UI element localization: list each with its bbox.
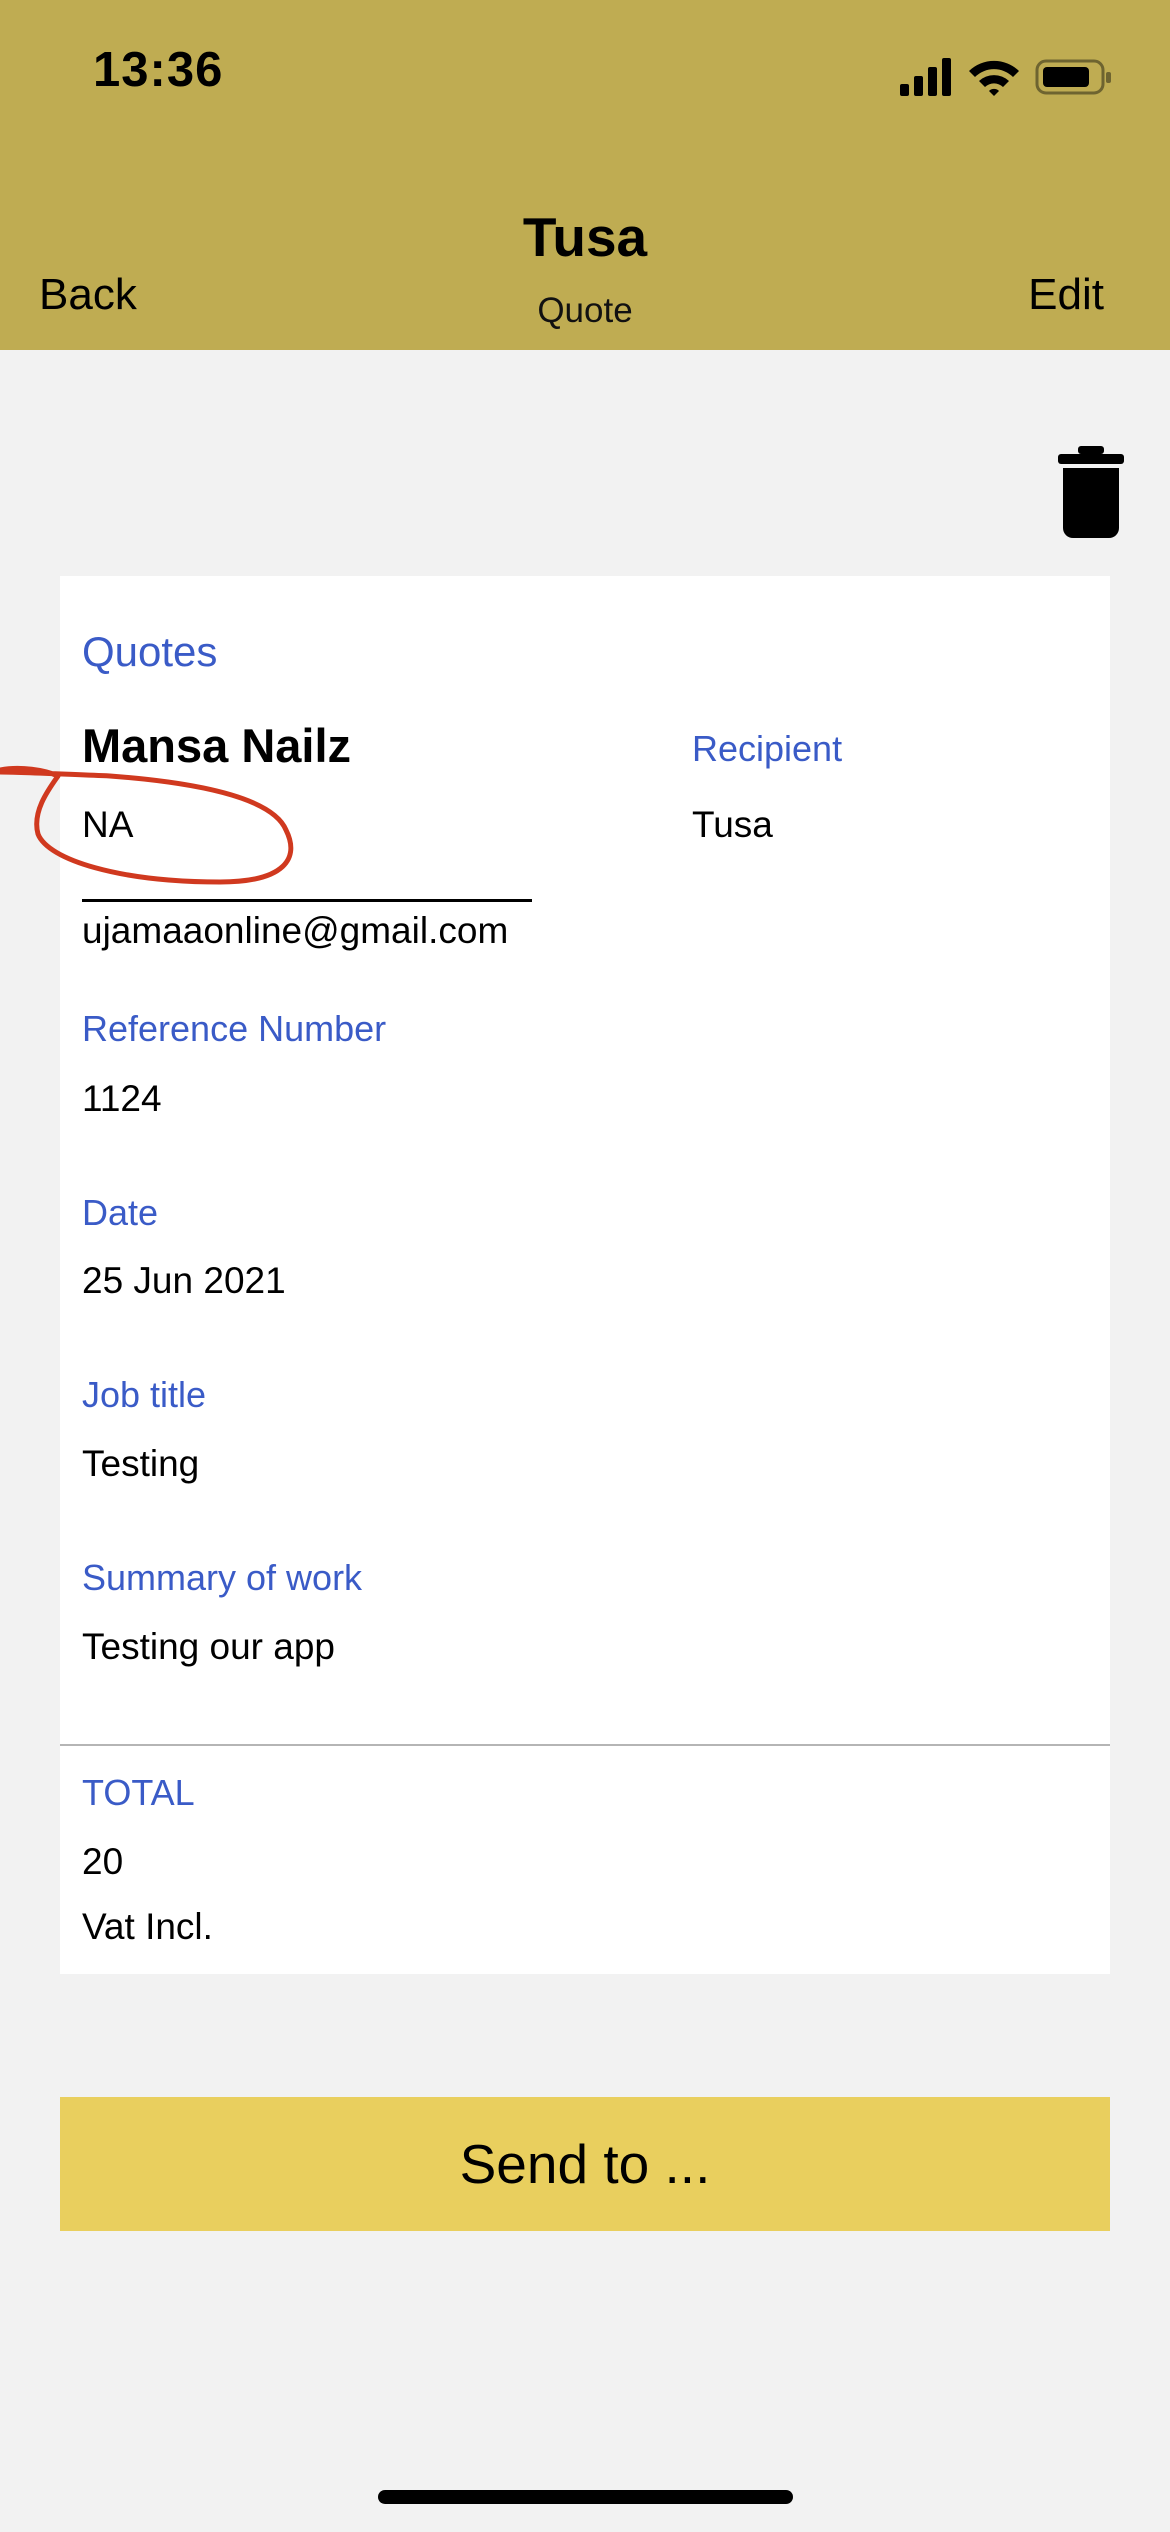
- sender-initials: NA: [82, 804, 134, 845]
- navigation-header: 13:36 Tusa Quote Back Edit: [0, 0, 1170, 350]
- status-icons: [900, 58, 1111, 96]
- home-indicator: [378, 2490, 793, 2504]
- sender-company: Mansa Nailz: [82, 719, 352, 772]
- nav-title: Tusa: [522, 206, 648, 268]
- summary-value: Testing our app: [82, 1626, 336, 1667]
- recipient-label: Recipient: [692, 728, 843, 769]
- back-button[interactable]: Back: [39, 270, 137, 320]
- quote-card: Quotes Mansa Nailz NA ujamaaonline@gmail…: [60, 576, 1110, 1974]
- send-to-button[interactable]: Send to ...: [60, 2097, 1110, 2231]
- quote-detail-screen: 13:36 Tusa Quote Back Edit Quotes Mansa …: [0, 0, 1170, 2532]
- total-divider: [60, 1744, 1110, 1746]
- summary-label: Summary of work: [82, 1557, 363, 1598]
- signal-icon: [900, 58, 951, 96]
- recipient-name: Tusa: [692, 804, 773, 845]
- date-value: 25 Jun 2021: [82, 1260, 286, 1301]
- vat-note: Vat Incl.: [82, 1906, 213, 1947]
- nav-subtitle: Quote: [537, 291, 633, 330]
- sender-divider: [82, 899, 532, 902]
- section-title: Quotes: [82, 628, 218, 675]
- reference-label: Reference Number: [82, 1008, 387, 1049]
- edit-button[interactable]: Edit: [1028, 270, 1104, 320]
- status-time: 13:36: [93, 43, 224, 97]
- wifi-icon: [969, 60, 1019, 96]
- reference-value: 1124: [82, 1078, 162, 1119]
- job-title-label: Job title: [82, 1374, 207, 1415]
- date-label: Date: [82, 1192, 159, 1233]
- trash-icon[interactable]: [1058, 446, 1124, 538]
- sender-email: ujamaaonline@gmail.com: [82, 910, 509, 951]
- job-title-value: Testing: [82, 1443, 200, 1484]
- battery-icon: [1035, 59, 1111, 95]
- total-value: 20: [82, 1841, 124, 1882]
- total-label: TOTAL: [82, 1772, 195, 1813]
